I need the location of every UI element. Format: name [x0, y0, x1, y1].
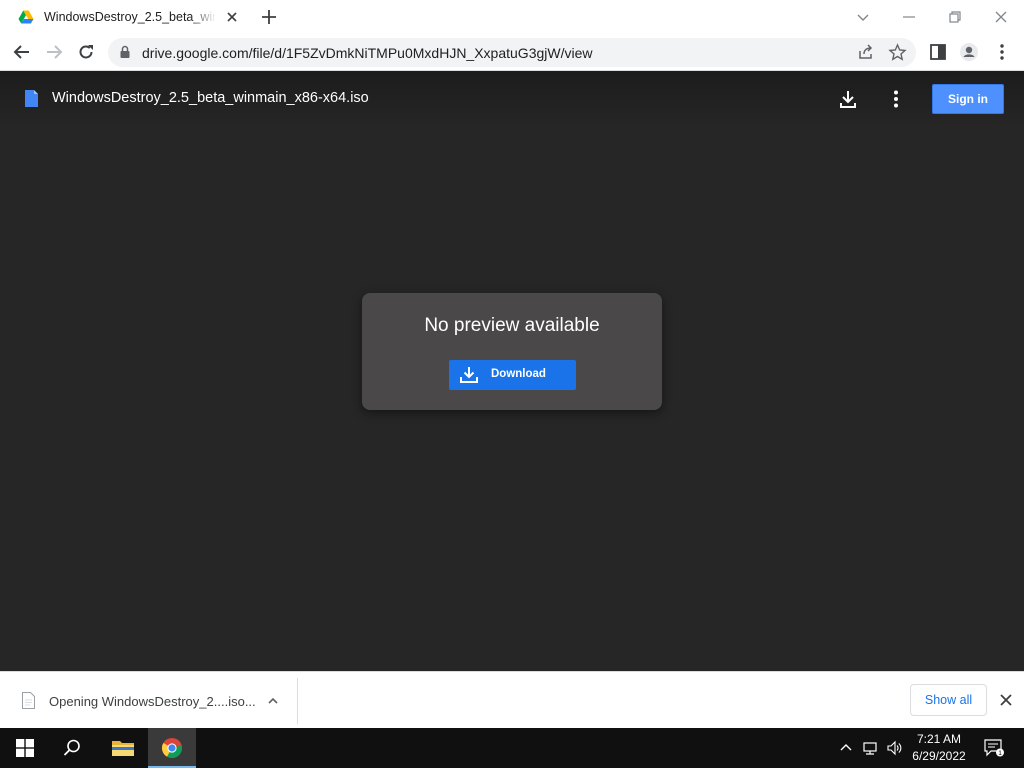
download-shelf: Opening WindowsDestroy_2....iso... Show …: [0, 671, 1024, 729]
tab-title: WindowsDestroy_2.5_beta_winmain_x86-x64.…: [44, 10, 216, 24]
lock-icon[interactable]: [118, 45, 132, 59]
side-panel-icon[interactable]: [928, 42, 948, 62]
clock-date: 6/29/2022: [912, 749, 966, 763]
profile-avatar-icon[interactable]: [959, 42, 979, 62]
bookmark-star-icon[interactable]: [888, 43, 907, 62]
download-button[interactable]: Download: [449, 360, 576, 390]
windows-taskbar: 7:21 AM 6/29/2022 1: [0, 728, 1024, 768]
forward-arrow-icon[interactable]: [44, 42, 64, 62]
tab-strip: WindowsDestroy_2.5_beta_winmain_x86-x64.…: [0, 0, 1024, 34]
tray-chevron-up-icon[interactable]: [838, 740, 854, 756]
show-all-button[interactable]: Show all: [910, 684, 987, 716]
download-button-label: Download: [491, 368, 546, 380]
download-item-status[interactable]: Opening WindowsDestroy_2....iso...: [49, 694, 256, 709]
file-icon: [25, 90, 38, 107]
action-center-button[interactable]: 1: [984, 739, 1004, 757]
chevron-up-icon[interactable]: [266, 694, 280, 708]
search-icon[interactable]: [62, 738, 82, 758]
browser-menu-icon[interactable]: [992, 42, 1012, 62]
chrome-taskbar-button[interactable]: [148, 728, 196, 768]
minimize-icon[interactable]: [898, 6, 920, 28]
download-icon[interactable]: [837, 88, 859, 110]
shelf-divider: [297, 678, 298, 724]
viewer-header: WindowsDestroy_2.5_beta_winmain_x86-x64.…: [0, 71, 1024, 127]
download-button-icon: [460, 367, 478, 383]
back-arrow-icon[interactable]: [12, 42, 32, 62]
share-icon[interactable]: [856, 43, 875, 62]
browser-tab[interactable]: WindowsDestroy_2.5_beta_winmain_x86-x64.…: [8, 0, 248, 34]
browser-toolbar: drive.google.com/file/d/1F5ZvDmkNiTMPu0M…: [0, 34, 1024, 71]
drive-file-viewer: WindowsDestroy_2.5_beta_winmain_x86-x64.…: [0, 71, 1024, 671]
chrome-icon: [162, 738, 183, 759]
download-file-icon: [22, 692, 35, 709]
address-bar[interactable]: drive.google.com/file/d/1F5ZvDmkNiTMPu0M…: [108, 38, 916, 67]
restore-icon[interactable]: [944, 6, 966, 28]
notification-icon: 1: [984, 739, 1004, 757]
new-tab-icon[interactable]: [260, 8, 278, 26]
network-icon[interactable]: [862, 740, 878, 756]
taskbar-clock[interactable]: 7:21 AM 6/29/2022: [904, 731, 974, 765]
notification-count: 1: [998, 750, 1002, 757]
file-name: WindowsDestroy_2.5_beta_winmain_x86-x64.…: [52, 90, 369, 106]
no-preview-card: No preview available Download: [362, 293, 662, 410]
no-preview-message: No preview available: [424, 315, 600, 336]
sign-in-button[interactable]: Sign in: [932, 84, 1004, 114]
close-shelf-icon[interactable]: [998, 692, 1014, 708]
volume-icon[interactable]: [886, 740, 902, 756]
more-options-icon[interactable]: [885, 88, 907, 110]
tab-search-chevron-icon[interactable]: [852, 6, 874, 28]
windows-start-icon[interactable]: [15, 738, 35, 758]
close-window-icon[interactable]: [990, 6, 1012, 28]
file-explorer-icon[interactable]: [111, 738, 135, 758]
url-text[interactable]: drive.google.com/file/d/1F5ZvDmkNiTMPu0M…: [142, 45, 592, 61]
clock-time: 7:21 AM: [916, 732, 962, 746]
reload-icon[interactable]: [76, 42, 96, 62]
tab-close-icon[interactable]: [224, 9, 240, 25]
google-drive-icon: [18, 10, 34, 24]
